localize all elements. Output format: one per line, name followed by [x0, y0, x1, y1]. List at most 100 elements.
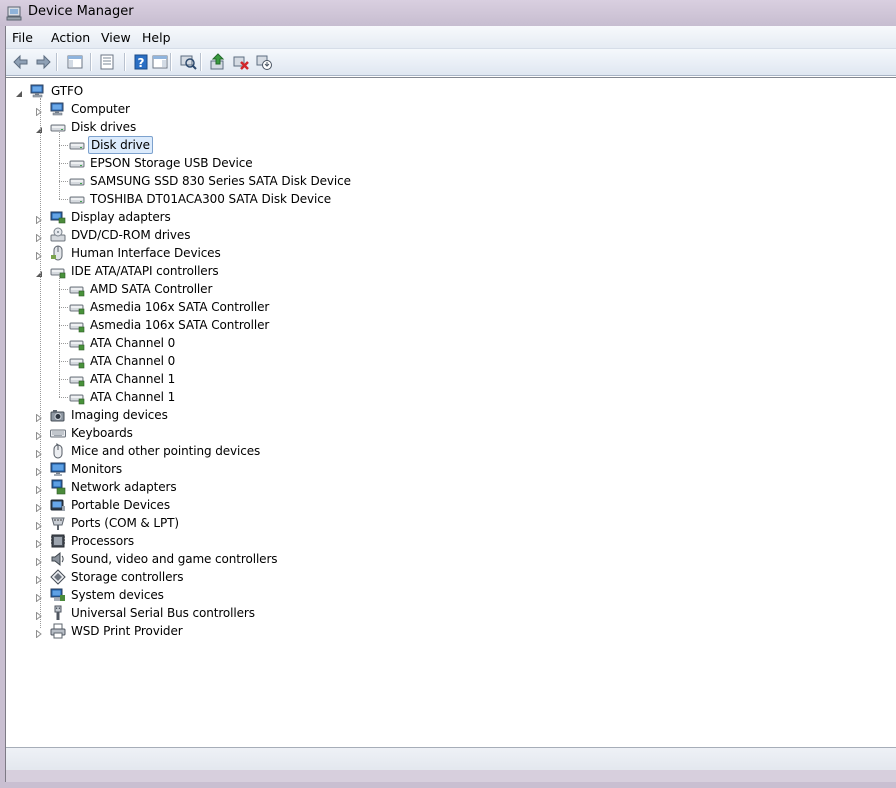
collapsed-arrow-icon[interactable]	[35, 519, 43, 531]
disk-drive-icon	[69, 191, 85, 207]
device-ata-channel-1[interactable]: ATA Channel 1	[6, 388, 886, 406]
tree-item-label: ATA Channel 1	[90, 372, 176, 386]
tree-item-label: Portable Devices	[71, 498, 170, 512]
menu-view[interactable]: View	[101, 30, 131, 45]
device-asmedia-106x-sata-controller[interactable]: Asmedia 106x SATA Controller	[6, 298, 886, 316]
collapsed-arrow-icon[interactable]	[35, 213, 43, 225]
category-sound-video-and-game-controllers[interactable]: Sound, video and game controllers	[6, 550, 886, 568]
collapsed-arrow-icon[interactable]	[35, 447, 43, 459]
ide-controller-icon	[69, 353, 85, 369]
collapsed-arrow-icon[interactable]	[35, 537, 43, 549]
tree-connector	[59, 343, 68, 344]
tree-item-label: ATA Channel 1	[90, 390, 176, 404]
category-network-adapters[interactable]: Network adapters	[6, 478, 886, 496]
collapsed-arrow-icon[interactable]	[15, 87, 23, 97]
status-bar	[6, 747, 896, 771]
category-processors[interactable]: Processors	[6, 532, 886, 550]
category-dvd-cd-rom-drives[interactable]: DVD/CD-ROM drives	[6, 226, 886, 244]
collapsed-arrow-icon[interactable]	[35, 411, 43, 423]
category-display-adapters[interactable]: Display adapters	[6, 208, 886, 226]
category-monitors[interactable]: Monitors	[6, 460, 886, 478]
update-driver-icon[interactable]	[209, 53, 227, 71]
portable-device-icon	[50, 497, 66, 513]
category-computer[interactable]: Computer	[6, 100, 886, 118]
tree-item-label: Keyboards	[71, 426, 133, 440]
tree-item-label: Sound, video and game controllers	[71, 552, 278, 566]
properties-icon[interactable]	[98, 53, 116, 71]
collapsed-arrow-icon[interactable]	[35, 627, 43, 639]
port-icon	[50, 515, 66, 531]
tree-item-label: IDE ATA/ATAPI controllers	[71, 264, 219, 278]
device-amd-sata-controller[interactable]: AMD SATA Controller	[6, 280, 886, 298]
scan-hardware-icon[interactable]	[179, 53, 197, 71]
category-ports-com-lpt[interactable]: Ports (COM & LPT)	[6, 514, 886, 532]
disable-icon[interactable]	[255, 53, 273, 71]
device-toshiba-dt01aca300-sata-disk-device[interactable]: TOSHIBA DT01ACA300 SATA Disk Device	[6, 190, 886, 208]
tree-item-label: AMD SATA Controller	[90, 282, 213, 296]
toolbar-separator	[90, 53, 91, 71]
expanded-arrow-icon[interactable]	[35, 123, 43, 133]
show-hide-console-tree-icon[interactable]	[66, 53, 84, 71]
tree-connector	[59, 325, 68, 326]
display-adapter-icon	[50, 209, 66, 225]
collapsed-arrow-icon[interactable]	[35, 555, 43, 567]
ide-controller-icon	[50, 263, 66, 279]
window-title: Device Manager	[28, 4, 134, 19]
help-icon[interactable]: ?	[132, 53, 150, 71]
uninstall-icon[interactable]	[232, 53, 250, 71]
collapsed-arrow-icon[interactable]	[35, 105, 43, 117]
device-ata-channel-0[interactable]: ATA Channel 0	[6, 334, 886, 352]
device-ata-channel-0[interactable]: ATA Channel 0	[6, 352, 886, 370]
ide-controller-icon	[69, 299, 85, 315]
forward-icon[interactable]	[34, 53, 52, 71]
collapsed-arrow-icon[interactable]	[35, 609, 43, 621]
category-keyboards[interactable]: Keyboards	[6, 424, 886, 442]
disk-drive-icon	[69, 155, 85, 171]
tree-connector	[59, 307, 68, 308]
category-imaging-devices[interactable]: Imaging devices	[6, 406, 886, 424]
device-samsung-ssd-830-series-sata-disk-device[interactable]: SAMSUNG SSD 830 Series SATA Disk Device	[6, 172, 886, 190]
menu-file[interactable]: File	[12, 30, 33, 45]
tree-item-label: Disk drive	[88, 136, 153, 154]
device-epson-storage-usb-device[interactable]: EPSON Storage USB Device	[6, 154, 886, 172]
processor-icon	[50, 533, 66, 549]
collapsed-arrow-icon[interactable]	[35, 501, 43, 513]
collapsed-arrow-icon[interactable]	[35, 465, 43, 477]
category-universal-serial-bus-controllers[interactable]: Universal Serial Bus controllers	[6, 604, 886, 622]
device-tree[interactable]: GTFO Computer Disk drives Disk drive EPSON S…	[6, 77, 896, 747]
tree-connector	[40, 98, 41, 628]
tree-item-label: Display adapters	[71, 210, 171, 224]
collapsed-arrow-icon[interactable]	[35, 231, 43, 243]
device-asmedia-106x-sata-controller[interactable]: Asmedia 106x SATA Controller	[6, 316, 886, 334]
collapsed-arrow-icon[interactable]	[35, 429, 43, 441]
collapsed-arrow-icon[interactable]	[35, 249, 43, 261]
category-portable-devices[interactable]: Portable Devices	[6, 496, 886, 514]
menu-help[interactable]: Help	[142, 30, 171, 45]
action-pane-icon[interactable]	[151, 53, 169, 71]
category-storage-controllers[interactable]: Storage controllers	[6, 568, 886, 586]
category-disk-drives[interactable]: Disk drives	[6, 118, 886, 136]
collapsed-arrow-icon[interactable]	[35, 573, 43, 585]
back-icon[interactable]	[12, 53, 30, 71]
device-disk-drive[interactable]: Disk drive	[6, 136, 886, 154]
network-adapter-icon	[50, 479, 66, 495]
toolbar: ?	[6, 49, 896, 76]
menu-action[interactable]: Action	[51, 30, 90, 45]
tree-item-label: Monitors	[71, 462, 123, 476]
tree-item-label: Network adapters	[71, 480, 177, 494]
category-mice-and-other-pointing-devices[interactable]: Mice and other pointing devices	[6, 442, 886, 460]
tree-connector	[59, 145, 68, 146]
collapsed-arrow-icon[interactable]	[35, 591, 43, 603]
tree-item-label: Mice and other pointing devices	[71, 444, 261, 458]
category-human-interface-devices[interactable]: Human Interface Devices	[6, 244, 886, 262]
category-system-devices[interactable]: System devices	[6, 586, 886, 604]
collapsed-arrow-icon[interactable]	[35, 483, 43, 495]
category-ide-ata-atapi-controllers[interactable]: IDE ATA/ATAPI controllers	[6, 262, 886, 280]
ide-controller-icon	[69, 335, 85, 351]
expanded-arrow-icon[interactable]	[35, 267, 43, 277]
tree-item-label: WSD Print Provider	[71, 624, 183, 638]
device-ata-channel-1[interactable]: ATA Channel 1	[6, 370, 886, 388]
tree-item-label: Human Interface Devices	[71, 246, 221, 260]
category-wsd-print-provider[interactable]: WSD Print Provider	[6, 622, 886, 640]
category-gtfo[interactable]: GTFO	[6, 82, 886, 100]
